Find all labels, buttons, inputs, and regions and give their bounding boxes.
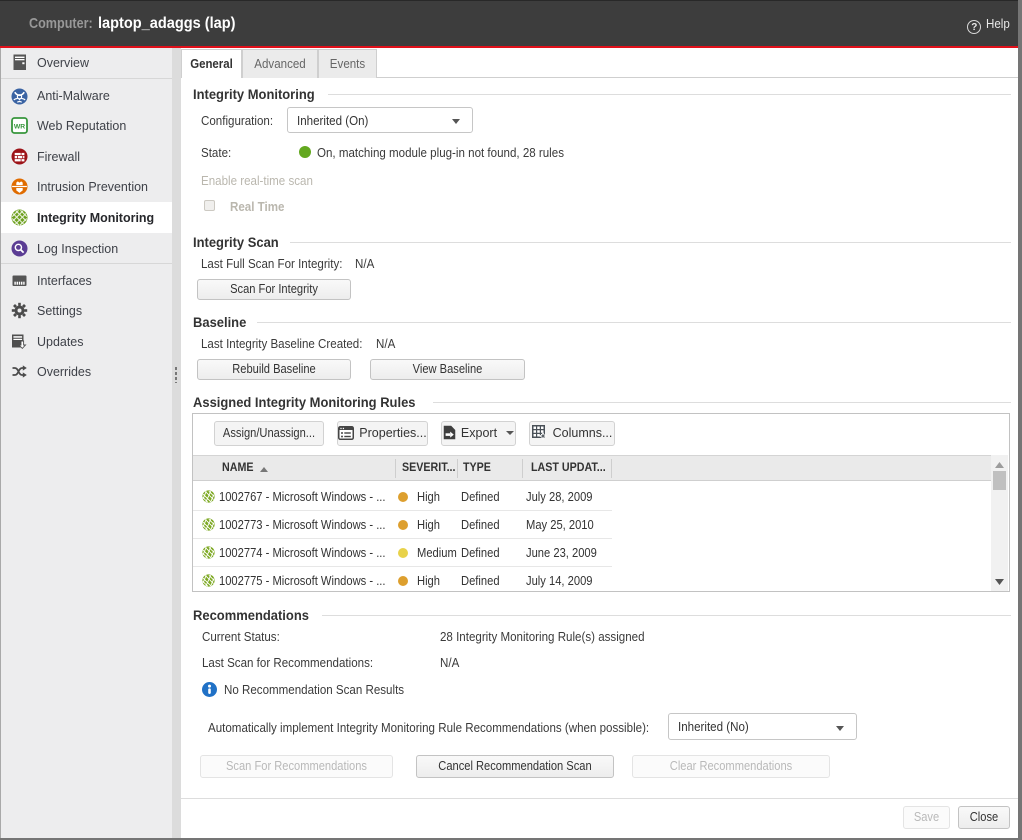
svg-text:WR: WR <box>14 123 25 130</box>
